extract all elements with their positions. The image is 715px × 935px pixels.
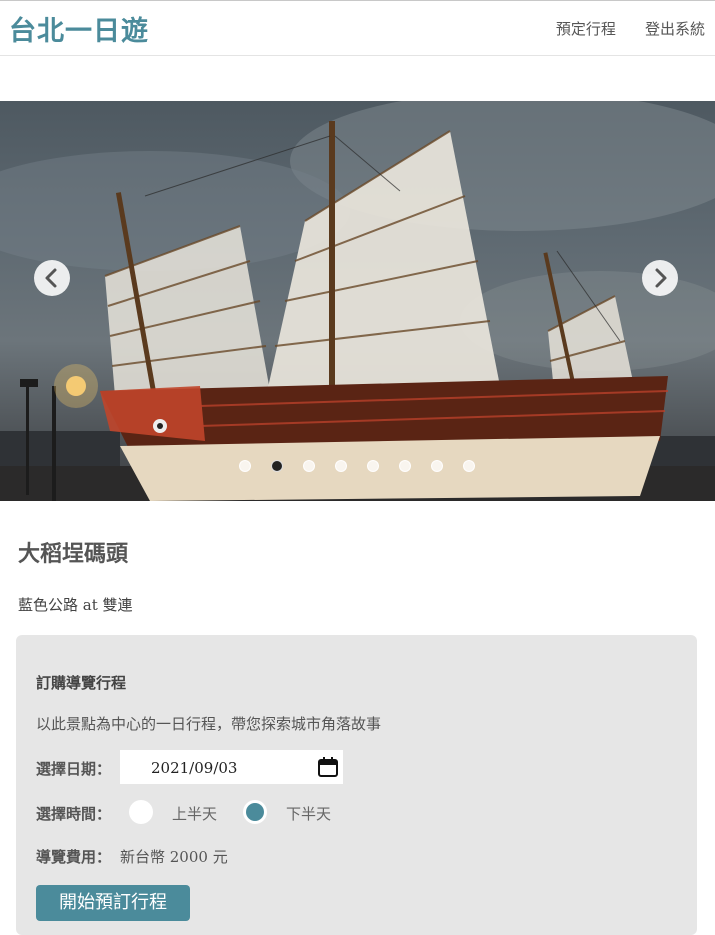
carousel-indicator-dot[interactable] xyxy=(431,460,443,472)
date-input[interactable]: 2021/09/03 xyxy=(120,750,343,784)
carousel-prev-button[interactable] xyxy=(34,260,70,296)
carousel-indicator-dot[interactable] xyxy=(463,460,475,472)
radio-morning[interactable] xyxy=(129,800,153,824)
carousel-indicator-dot[interactable] xyxy=(271,460,283,472)
date-label: 選擇日期： xyxy=(36,760,112,778)
image-carousel xyxy=(0,101,715,501)
chevron-right-icon xyxy=(655,268,667,288)
booking-description: 以此景點為中心的一日行程，帶您探索城市角落故事 xyxy=(36,715,382,733)
carousel-indicators xyxy=(0,460,715,474)
nav-links: 預定行程 登出系統 xyxy=(532,18,705,39)
radio-morning-label[interactable]: 上半天 xyxy=(172,803,217,824)
attraction-category-mrt: 藍色公路 at 雙連 xyxy=(18,596,133,614)
nav-link-logout[interactable]: 登出系統 xyxy=(645,18,705,39)
fee-label: 導覽費用： xyxy=(36,848,112,866)
navbar: 台北一日遊 預定行程 登出系統 xyxy=(0,1,715,56)
calendar-icon[interactable] xyxy=(317,756,339,778)
nav-link-booking[interactable]: 預定行程 xyxy=(556,18,616,39)
radio-afternoon[interactable] xyxy=(243,800,267,824)
carousel-indicator-dot[interactable] xyxy=(367,460,379,472)
booking-panel: 訂購導覽行程 以此景點為中心的一日行程，帶您探索城市角落故事 選擇日期： 202… xyxy=(16,635,697,935)
brand-logo[interactable]: 台北一日遊 xyxy=(9,9,149,48)
carousel-indicator-dot[interactable] xyxy=(303,460,315,472)
carousel-next-button[interactable] xyxy=(642,260,678,296)
start-booking-button[interactable]: 開始預訂行程 xyxy=(36,885,190,921)
radio-afternoon-label[interactable]: 下半天 xyxy=(286,803,331,824)
carousel-indicator-dot[interactable] xyxy=(239,460,251,472)
carousel-indicator-dot[interactable] xyxy=(399,460,411,472)
carousel-indicator-dot[interactable] xyxy=(335,460,347,472)
attraction-name: 大稻埕碼頭 xyxy=(18,542,129,567)
date-value: 2021/09/03 xyxy=(151,759,238,777)
time-label: 選擇時間： xyxy=(36,805,112,823)
fee-value: 新台幣 2000 元 xyxy=(120,848,228,866)
carousel-image xyxy=(0,101,715,501)
booking-title: 訂購導覽行程 xyxy=(36,674,127,692)
chevron-left-icon xyxy=(45,268,57,288)
